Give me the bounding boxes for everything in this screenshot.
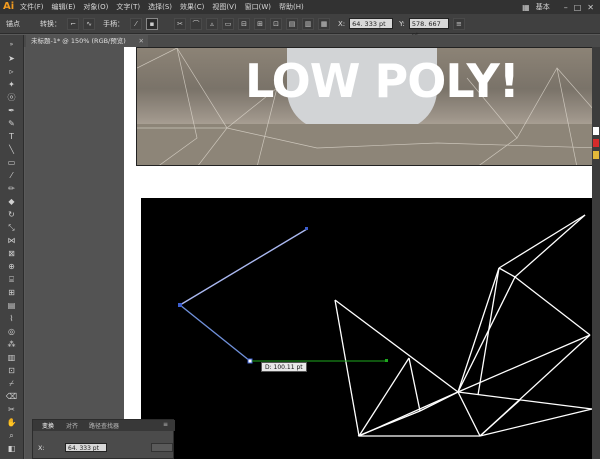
- align-left-icon[interactable]: ⊟: [238, 17, 250, 30]
- x-label: X:: [338, 19, 346, 28]
- ai-logo: Ai: [3, 1, 15, 12]
- connect-anchor-icon[interactable]: ⌒: [190, 17, 202, 30]
- panel-menu-icon[interactable]: ≡: [163, 421, 168, 428]
- menu-window[interactable]: 窗口(W): [245, 2, 271, 12]
- line-tool-icon[interactable]: ╲: [4, 144, 19, 155]
- align-right-icon[interactable]: ⊡: [270, 17, 282, 30]
- transform-panel: 变换 对齐 路径查找器 ≡ X: 64. 333 pt: [32, 419, 175, 459]
- pencil-tool-icon[interactable]: ✏: [4, 183, 19, 194]
- transform-x-field[interactable]: 64. 333 pt: [65, 443, 107, 452]
- isolate-icon[interactable]: ▭: [222, 17, 234, 30]
- tab-transform[interactable]: 变换: [42, 421, 54, 430]
- transform-options-icon[interactable]: ≡: [452, 17, 465, 30]
- tab-align[interactable]: 对齐: [66, 421, 78, 430]
- measurement-tooltip: D: 100.11 pt: [261, 362, 307, 372]
- gradient-tool-icon[interactable]: ▤: [4, 300, 19, 311]
- menu-edit[interactable]: 编辑(E): [52, 2, 76, 12]
- align-middle-icon[interactable]: ▥: [302, 17, 314, 30]
- rectangle-tool-icon[interactable]: ▭: [4, 157, 19, 168]
- align-center-icon[interactable]: ⊞: [254, 17, 266, 30]
- menu-effect[interactable]: 效果(C): [180, 2, 204, 12]
- remove-anchor-icon[interactable]: ✂: [174, 17, 186, 30]
- swatch-white[interactable]: [593, 127, 599, 135]
- hide-handles-icon[interactable]: ▪: [146, 17, 158, 30]
- perspective-grid-tool-icon[interactable]: ⌸: [4, 274, 19, 285]
- menu-file[interactable]: 文件(F): [20, 2, 44, 12]
- cut-path-icon[interactable]: ▵: [206, 17, 218, 30]
- y-label: Y:: [399, 19, 405, 28]
- direct-selection-tool-icon[interactable]: ▹: [4, 66, 19, 77]
- collapse-tools-icon[interactable]: »: [4, 39, 19, 50]
- convert-label: 转换：: [40, 19, 61, 28]
- document-tab-title: 未标题-1* @ 150% (RGB/预览): [31, 37, 126, 45]
- pen-tool-icon[interactable]: ✒: [4, 105, 19, 116]
- menu-help[interactable]: 帮助(H): [279, 2, 304, 12]
- swatch-red[interactable]: [593, 139, 599, 147]
- arrange-documents-icon[interactable]: ▦: [522, 3, 530, 12]
- anchor-label: 锚点: [6, 19, 20, 28]
- headline-text[interactable]: LOW POLY!: [245, 54, 585, 108]
- scissors-tool-icon[interactable]: ✂: [4, 404, 19, 415]
- minimize-icon[interactable]: –: [564, 3, 568, 12]
- eyedropper-tool-icon[interactable]: ⌇: [4, 313, 19, 324]
- illustrator-window: Ai 文件(F) 编辑(E) 对象(O) 文字(T) 选择(S) 效果(C) 视…: [0, 0, 600, 459]
- free-transform-tool-icon[interactable]: ⊠: [4, 248, 19, 259]
- handle-label: 手柄：: [103, 19, 124, 28]
- tools-panel: » ➤ ▹ ✦ ⓞ ✒ ✎ T ╲ ▭ ⁄ ✏ ◆ ↻ ⤡ ⋈ ⊠ ⊕ ⌸ ⊞ …: [0, 35, 24, 459]
- black-artboard-rect[interactable]: [141, 198, 600, 459]
- shape-builder-tool-icon[interactable]: ⊕: [4, 261, 19, 272]
- tab-pathfinder[interactable]: 路径查找器: [89, 421, 119, 430]
- rotate-tool-icon[interactable]: ↻: [4, 209, 19, 220]
- show-handles-icon[interactable]: ⁄: [130, 17, 142, 30]
- workspace-switcher[interactable]: 基本: [536, 2, 550, 12]
- eraser-tool-icon[interactable]: ◆: [4, 196, 19, 207]
- eraser-alt-tool-icon[interactable]: ⌫: [4, 391, 19, 402]
- zoom-tool-icon[interactable]: ⌕: [4, 430, 19, 441]
- slice-tool-icon[interactable]: ⌿: [4, 378, 19, 389]
- curvature-tool-icon[interactable]: ✎: [4, 118, 19, 129]
- control-bar: 锚点 转换： ⌐ ∿ 手柄： ⁄ ▪ ✂ ⌒ ▵ ▭ ⊟ ⊞ ⊡ ▤ ▥ ▦ X…: [0, 14, 600, 39]
- menu-select[interactable]: 选择(S): [148, 2, 172, 12]
- placed-photo[interactable]: LOW POLY!: [136, 47, 600, 166]
- menu-type[interactable]: 文字(T): [116, 2, 140, 12]
- document-tab[interactable]: 未标题-1* @ 150% (RGB/预览) ✕: [26, 35, 148, 47]
- convert-corner-icon[interactable]: ⌐: [67, 17, 79, 30]
- menu-view[interactable]: 视图(V): [212, 2, 236, 12]
- menu-bar: Ai 文件(F) 编辑(E) 对象(O) 文字(T) 选择(S) 效果(C) 视…: [0, 0, 600, 14]
- document-tab-bar: 未标题-1* @ 150% (RGB/预览) ✕: [24, 35, 600, 47]
- lasso-tool-icon[interactable]: ⓞ: [4, 92, 19, 103]
- column-graph-tool-icon[interactable]: ▥: [4, 352, 19, 363]
- close-icon[interactable]: ✕: [587, 3, 594, 12]
- selection-tool-icon[interactable]: ➤: [4, 53, 19, 64]
- width-tool-icon[interactable]: ⋈: [4, 235, 19, 246]
- x-coordinate-field[interactable]: 64. 333 pt: [349, 18, 394, 29]
- swatch-yellow[interactable]: [593, 151, 599, 159]
- type-tool-icon[interactable]: T: [4, 131, 19, 142]
- fill-stroke-icon[interactable]: ◧: [4, 443, 19, 454]
- scale-tool-icon[interactable]: ⤡: [4, 222, 19, 233]
- align-bottom-icon[interactable]: ▦: [318, 17, 330, 30]
- menu-object[interactable]: 对象(O): [83, 2, 108, 12]
- transform-x-label: X:: [38, 444, 45, 452]
- align-top-icon[interactable]: ▤: [286, 17, 298, 30]
- close-tab-icon[interactable]: ✕: [139, 35, 144, 47]
- y-coordinate-field[interactable]: 578. 667 pt: [408, 18, 449, 39]
- maximize-icon[interactable]: □: [574, 3, 582, 12]
- blend-tool-icon[interactable]: ◎: [4, 326, 19, 337]
- transform-panel-tabs: 变换 对齐 路径查找器 ≡: [33, 420, 175, 431]
- window-controls: ▦ 基本 – □ ✕: [522, 0, 600, 14]
- paintbrush-tool-icon[interactable]: ⁄: [4, 170, 19, 181]
- magic-wand-tool-icon[interactable]: ✦: [4, 79, 19, 90]
- hand-tool-icon[interactable]: ✋: [4, 417, 19, 428]
- artboard-tool-icon[interactable]: ⊡: [4, 365, 19, 376]
- mesh-tool-icon[interactable]: ⊞: [4, 287, 19, 298]
- symbol-sprayer-tool-icon[interactable]: ⁂: [4, 339, 19, 350]
- convert-smooth-icon[interactable]: ∿: [83, 17, 95, 30]
- transform-w-field[interactable]: [151, 443, 173, 452]
- right-panel-strip: [592, 47, 600, 459]
